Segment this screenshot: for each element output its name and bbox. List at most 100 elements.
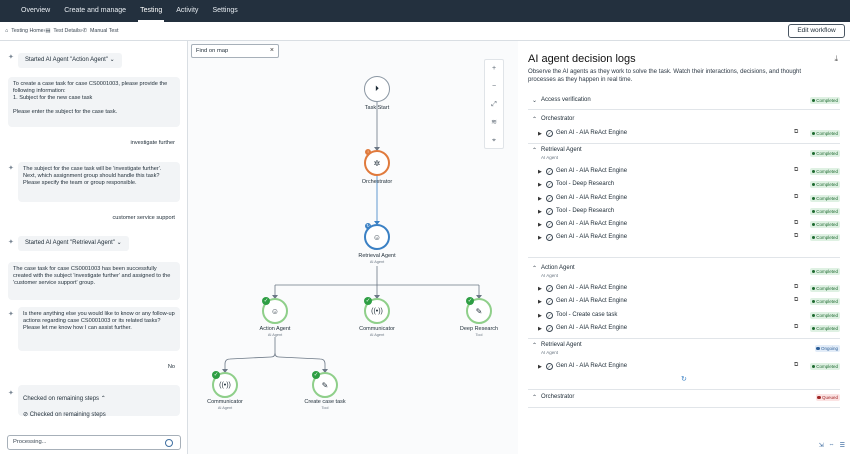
log-item[interactable]: ▶ ✓ Gen AI - AIA ReAct Engine ⧉ Completed — [528, 284, 840, 296]
log-section-orchestrator-2[interactable]: ⌃ Orchestrator Queued — [528, 394, 840, 404]
divider — [528, 109, 840, 110]
log-section-access-verification[interactable]: ⌄ Access verification Completed — [528, 97, 840, 107]
breadcrumb-testing-home[interactable]: Testing Home — [11, 28, 43, 34]
external-link-icon[interactable]: ⧉ — [794, 297, 798, 304]
check-circle-icon: ✓ — [546, 181, 553, 188]
sparkle-icon: ✦ — [8, 239, 14, 246]
log-section-retrieval-agent[interactable]: ⌃ Retrieval Agent AI Agent Completed — [528, 147, 840, 163]
status-badge: Ongoing — [814, 345, 840, 352]
log-item[interactable]: ▶ ✓ Gen AI - AIA ReAct Engine ⧉ Completed — [528, 233, 840, 245]
orchestrator-icon: ✲ — [373, 158, 381, 168]
task-start-node[interactable]: ⏵ — [364, 76, 390, 102]
split-view-icon[interactable]: ⇔ — [829, 442, 835, 454]
check-icon: ✓ — [364, 297, 372, 305]
external-link-icon[interactable]: ⧉ — [794, 324, 798, 331]
download-icon[interactable]: ⤓ — [834, 54, 838, 64]
expand-icon: ▶ — [538, 235, 542, 241]
workflow-edges — [222, 101, 482, 373]
tab-create-and-manage[interactable]: Create and manage — [57, 0, 133, 22]
status-badge: Completed — [810, 268, 840, 275]
robot-icon: ☺ — [270, 306, 280, 316]
play-icon: ⏵ — [375, 84, 379, 93]
edit-workflow-button[interactable]: Edit workflow — [788, 24, 845, 38]
expand-icon: ▶ — [538, 169, 542, 175]
agent-message: The case task for case CS0001003 has bee… — [8, 262, 180, 300]
log-item[interactable]: ▶ ✓ Gen AI - AIA ReAct Engine ⧉ Completed — [528, 362, 840, 374]
log-section-action-agent[interactable]: ⌃ Action Agent AI Agent Completed — [528, 265, 840, 281]
action-agent-type: AI Agent — [267, 333, 283, 337]
top-navigation: Overview Create and manage Testing Activ… — [0, 0, 850, 22]
check-icon: ✓ — [262, 297, 270, 305]
expand-icon: ▶ — [538, 131, 542, 137]
log-item[interactable]: ▶ ✓ Gen AI - AIA ReAct Engine ⧉ Completed — [528, 220, 840, 232]
external-link-icon[interactable]: ⧉ — [794, 194, 798, 201]
divider — [528, 338, 840, 339]
loading-spinner-icon: ↻ — [681, 376, 687, 383]
check-icon: ✓ — [212, 371, 220, 379]
breadcrumb-test-details[interactable]: Test Details — [53, 28, 80, 34]
status-badge: Completed — [810, 97, 840, 104]
tab-settings[interactable]: Settings — [205, 0, 244, 22]
expand-icon: ▶ — [538, 196, 542, 202]
collapse-icon[interactable]: ⇲ — [819, 442, 824, 454]
external-link-icon[interactable]: ⧉ — [794, 220, 798, 227]
status-badge: Completed — [810, 285, 840, 292]
expand-icon: ▶ — [538, 182, 542, 188]
robot-icon: ☺ — [372, 232, 382, 242]
divider — [528, 257, 840, 258]
log-item[interactable]: ▶ ✓ Gen AI - AIA ReAct Engine ⧉ Completed — [528, 324, 840, 336]
tab-activity[interactable]: Activity — [169, 0, 205, 22]
sparkle-icon: ✦ — [8, 311, 14, 318]
list-view-icon[interactable]: ☰ — [840, 442, 845, 454]
check-circle-icon: ✓ — [546, 221, 553, 228]
tab-overview[interactable]: Overview — [14, 0, 57, 22]
log-item[interactable]: ▶ ✓ Tool - Create case task Completed — [528, 311, 840, 323]
chat-panel: ✦ Started AI Agent "Action Agent" ⌄ To c… — [0, 41, 188, 454]
log-section-orchestrator[interactable]: ⌃ Orchestrator — [528, 116, 840, 126]
log-item[interactable]: ▶ ✓ Tool - Deep Research Completed — [528, 207, 840, 219]
log-item[interactable]: ▶ ✓ Gen AI - AIA ReAct Engine ⧉ Completed — [528, 129, 840, 141]
external-link-icon[interactable]: ⧉ — [794, 129, 798, 136]
log-item[interactable]: ▶ ✓ Gen AI - AIA ReAct Engine ⧉ Completed — [528, 194, 840, 206]
external-link-icon[interactable]: ⧉ — [794, 362, 798, 369]
broadcast-icon: ((•)) — [371, 307, 383, 315]
orchestrator-label: Orchestrator — [361, 179, 393, 185]
chevron-down-icon: ⌄ — [116, 240, 122, 246]
chevron-down-icon: ⌄ — [532, 98, 538, 104]
create-case-task-type: Tool — [321, 406, 329, 410]
external-link-icon[interactable]: ⧉ — [794, 284, 798, 291]
task-start-label: Task Start — [364, 105, 390, 111]
status-badge: Completed — [810, 234, 840, 241]
sync-icon: ↻ — [365, 223, 371, 229]
external-link-icon[interactable]: ⧉ — [794, 167, 798, 174]
agent-started-pill[interactable]: Started AI Agent "Retrieval Agent" ⌄ — [18, 236, 129, 251]
divider — [528, 143, 840, 144]
retrieval-agent-type: AI Agent — [369, 260, 385, 264]
sparkle-icon: ✦ — [8, 54, 14, 61]
create-case-task-label: Create case task — [304, 399, 346, 405]
chat-input[interactable]: Processing... — [7, 435, 181, 450]
agent-started-pill[interactable]: Started AI Agent "Action Agent" ⌄ — [18, 53, 122, 68]
communicator-type: AI Agent — [369, 333, 385, 337]
expand-icon: ▶ — [538, 222, 542, 228]
home-icon: ⌂ — [5, 28, 9, 34]
expand-icon: ▶ — [538, 364, 542, 370]
log-section-retrieval-agent-2[interactable]: ⌃ Retrieval Agent AI Agent Ongoing — [528, 342, 840, 358]
workflow-canvas[interactable]: Find on map × + − ⤢ ≋ ⌖ ⏵ Task Start ✲ ! … — [188, 41, 518, 454]
status-badge: Completed — [810, 208, 840, 215]
log-item[interactable]: ▶ ✓ Tool - Deep Research Completed — [528, 180, 840, 192]
log-item[interactable]: ▶ ✓ Gen AI - AIA ReAct Engine ⧉ Completed — [528, 167, 840, 179]
check-circle-icon: ✓ — [546, 363, 553, 370]
expand-icon: ▶ — [538, 313, 542, 319]
chevron-up-icon: ⌃ — [532, 117, 538, 123]
expand-icon: ▶ — [538, 299, 542, 305]
breadcrumb-manual-test[interactable]: Manual Test — [90, 28, 118, 34]
check-circle-icon: ✓ — [546, 208, 553, 215]
external-link-icon[interactable]: ⧉ — [794, 233, 798, 240]
tab-testing[interactable]: Testing — [133, 0, 169, 22]
log-item[interactable]: ▶ ✓ Gen AI - AIA ReAct Engine ⧉ Completed — [528, 297, 840, 309]
check-icon: ✓ — [466, 297, 474, 305]
agent-message: Is there anything else you would like to… — [18, 307, 180, 351]
steps-card[interactable]: Checked on remaining steps ⌃ ⊘ Checked o… — [18, 385, 180, 418]
check-circle-icon: ✓ — [546, 234, 553, 241]
